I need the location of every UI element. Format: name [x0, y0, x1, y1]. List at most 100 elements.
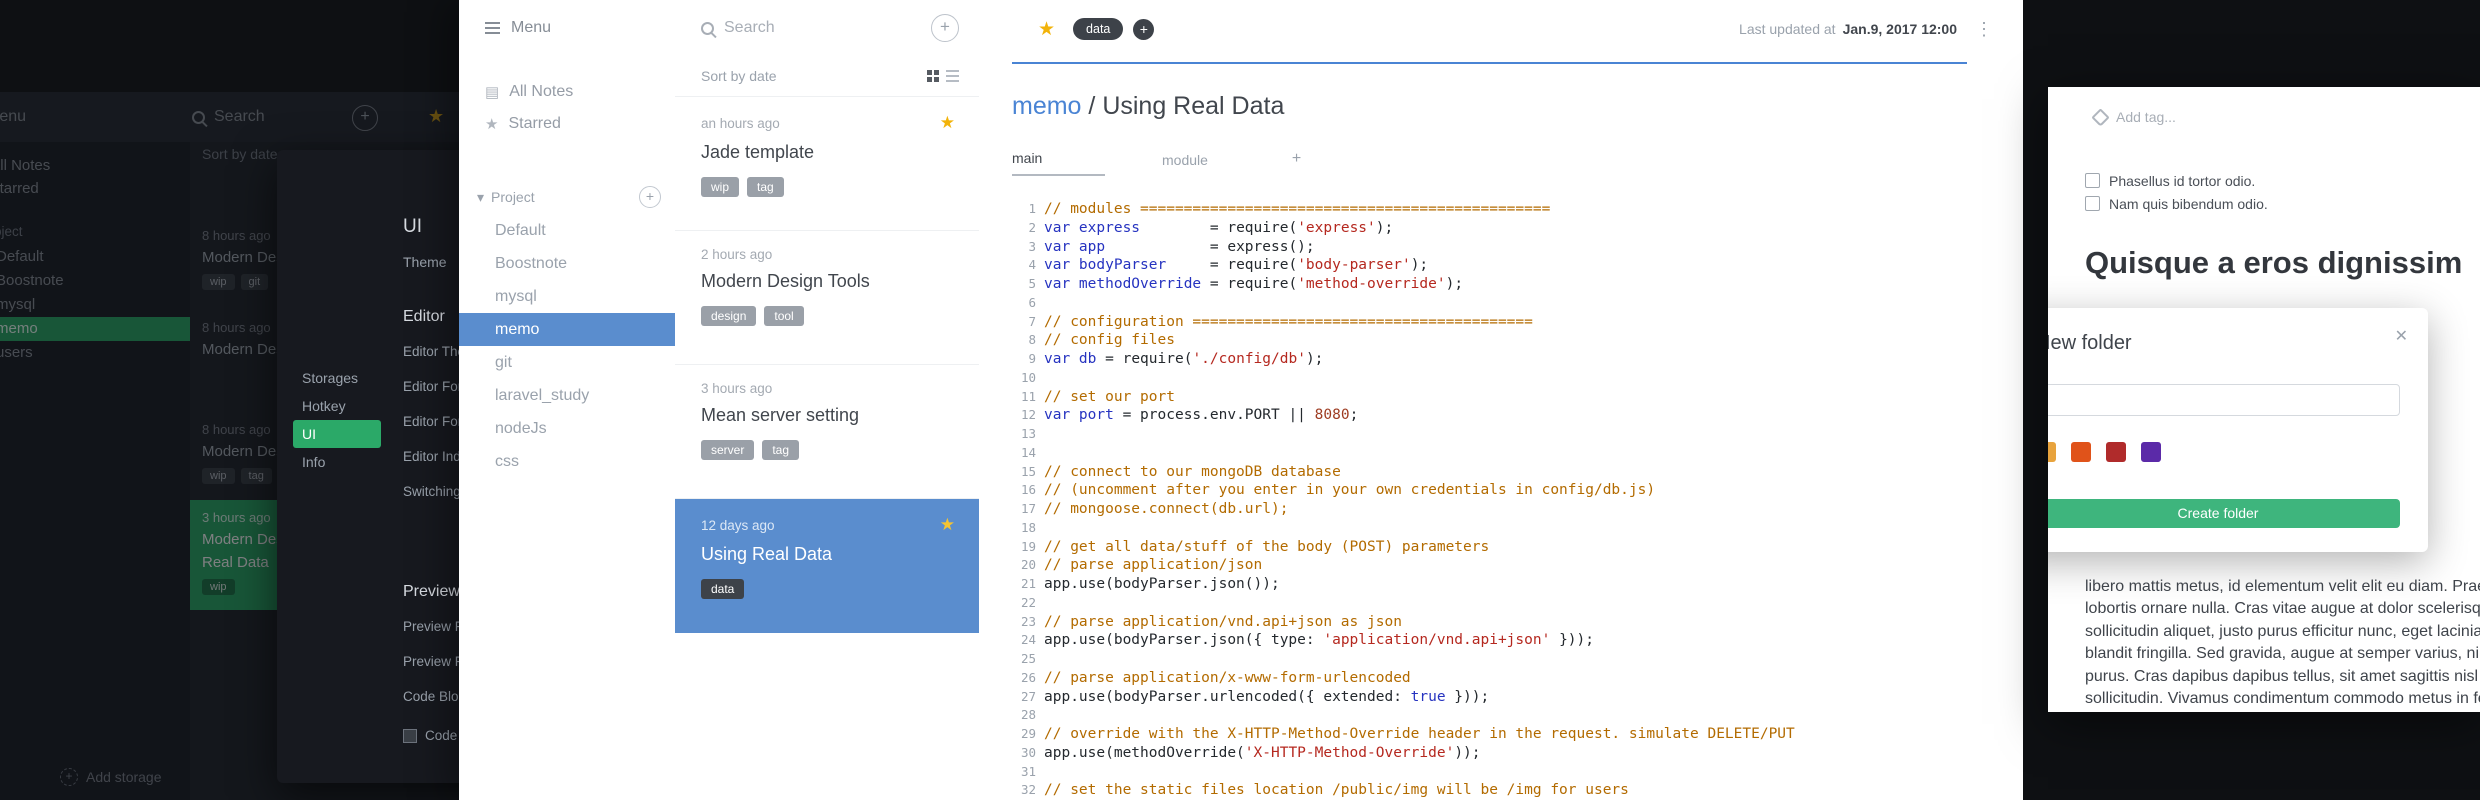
- line-number: 11: [1020, 388, 1036, 404]
- code-line: 21 app.use(bodyParser.json());: [1012, 575, 2013, 594]
- note-list-item[interactable]: 12 days ago ★ Using Real Data data: [675, 499, 979, 633]
- paragraph-line: lobortis ornare nulla. Cras vitae augue …: [2085, 600, 2480, 618]
- color-swatch[interactable]: [2141, 442, 2161, 462]
- code-editor[interactable]: 1 // modules ============================…: [1012, 200, 2013, 800]
- note-title-text[interactable]: Using Real Data: [1102, 92, 1284, 120]
- sidebar-folder-item[interactable]: laravel_study: [459, 379, 675, 412]
- note-folder[interactable]: memo: [1012, 92, 1081, 120]
- code-text: // set the static files location /public…: [1044, 782, 1629, 799]
- sidebar-folder-item[interactable]: Default: [459, 214, 675, 247]
- paragraph-line: blandit fringilla. Sed gravida, augue at…: [2085, 645, 2480, 663]
- code-text: app.use(bodyParser.json());: [1044, 576, 1280, 592]
- code-text: app.use(methodOverride('X-HTTP-Method-Ov…: [1044, 744, 1481, 761]
- sidebar-folder-item[interactable]: Boostnote: [459, 247, 675, 280]
- todo-label: Phasellus id tortor odio.: [2109, 172, 2256, 189]
- code-text: // connect to our mongoDB database: [1044, 463, 1341, 480]
- sidebar-folder-item[interactable]: memo: [459, 313, 675, 346]
- new-folder-modal: New folder ✕ Create folder: [2048, 308, 2428, 552]
- code-line: 7 // configuration ======================…: [1012, 313, 2013, 332]
- code-line: 13: [1012, 425, 2013, 444]
- line-number: 3: [1028, 238, 1036, 254]
- project-header[interactable]: ▾ Project +: [477, 186, 661, 208]
- note-title: Using Real Data: [701, 544, 833, 564]
- line-number: 2: [1028, 219, 1036, 235]
- tab-module[interactable]: module: [1162, 152, 1208, 176]
- line-number: 32: [1020, 782, 1036, 798]
- sidebar-folder-item[interactable]: git: [459, 346, 675, 379]
- add-folder-button[interactable]: +: [639, 186, 661, 208]
- line-number: 31: [1020, 763, 1036, 779]
- tag-badge: server: [701, 440, 755, 460]
- notes-icon: ▤: [485, 84, 500, 101]
- code-line: 18: [1012, 519, 2013, 538]
- sort-row: Sort by date: [675, 56, 979, 97]
- code-line: 9 var db = require('./config/db');: [1012, 350, 2013, 369]
- color-swatch[interactable]: [2071, 442, 2091, 462]
- tag-badge[interactable]: data: [1073, 18, 1124, 40]
- note-list-item[interactable]: 3 hours ago Mean server setting server tag: [675, 365, 979, 499]
- todo-item[interactable]: Nam quis bibendum odio.: [2085, 192, 2268, 215]
- code-line: 27 app.use(bodyParser.urlencoded({ extend…: [1012, 688, 2013, 707]
- code-text: // modules =============================…: [1044, 201, 1551, 217]
- sidebar-folder-item[interactable]: css: [459, 445, 675, 478]
- close-icon[interactable]: ✕: [2395, 326, 2408, 346]
- list-view-icon[interactable]: [946, 70, 959, 72]
- code-line: 15 // connect to our mongoDB database: [1012, 463, 2013, 482]
- create-folder-button[interactable]: Create folder: [2048, 499, 2400, 528]
- menu-button[interactable]: Menu: [485, 18, 675, 38]
- editor-topbar: ★ data + Last updated at Jan.9, 2017 12:…: [1012, 14, 1993, 44]
- line-number: 18: [1020, 519, 1036, 535]
- line-number: 4: [1028, 257, 1036, 273]
- boostnote-light-window: Add tag... Phasellus id tortor odio. Nam …: [2048, 87, 2480, 712]
- sidebar-folder-item[interactable]: nodeJs: [459, 412, 675, 445]
- note-list-item[interactable]: 2 hours ago Modern Design Tools design tool: [675, 231, 979, 365]
- code-text: // config files: [1044, 332, 1175, 349]
- tag-badge: tool: [764, 306, 804, 326]
- code-line: 6: [1012, 294, 2013, 313]
- todo-label: Nam quis bibendum odio.: [2109, 195, 2268, 212]
- checkbox-icon[interactable]: [2085, 173, 2100, 188]
- color-swatch[interactable]: [2048, 442, 2056, 462]
- add-tag-input[interactable]: Add tag...: [2091, 107, 2176, 127]
- search-input[interactable]: Search: [724, 19, 775, 37]
- code-line: 17 // mongoose.connect(db.url);: [1012, 500, 2013, 519]
- code-line: 20 // parse application/json: [1012, 556, 2013, 575]
- note-date: 3 hours ago: [701, 381, 773, 396]
- todo-item[interactable]: Phasellus id tortor odio.: [2085, 169, 2268, 192]
- code-line: 16 // (uncomment after you enter in your …: [1012, 481, 2013, 500]
- code-line: 30 app.use(methodOverride('X-HTTP-Method-…: [1012, 744, 2013, 763]
- add-tag-button[interactable]: +: [1133, 18, 1155, 40]
- line-number: 25: [1020, 651, 1036, 666]
- line-number: 12: [1020, 407, 1036, 423]
- kebab-menu-icon[interactable]: ⋮: [1975, 19, 1993, 40]
- folder-name-input[interactable]: [2048, 384, 2400, 416]
- color-swatches: [2048, 442, 2400, 462]
- sidebar-item-starred[interactable]: ★ Starred: [485, 108, 675, 140]
- code-line: 10: [1012, 369, 2013, 388]
- code-line: 19 // get all data/stuff of the body (POS…: [1012, 538, 2013, 557]
- sort-label[interactable]: Sort by date: [701, 68, 777, 84]
- sidebar-folder-item[interactable]: mysql: [459, 280, 675, 313]
- sidebar-item-all-notes[interactable]: ▤ All Notes: [485, 76, 675, 108]
- line-number: 30: [1020, 744, 1036, 760]
- checkbox-icon[interactable]: [2085, 196, 2100, 211]
- note-list-item[interactable]: an hours ago ★ Jade template wip tag: [675, 97, 979, 231]
- add-tab-button[interactable]: +: [1292, 150, 1301, 176]
- preferences-nav-ui[interactable]: UI: [293, 420, 381, 448]
- checkbox-icon[interactable]: [403, 728, 417, 743]
- tab-main[interactable]: main: [1012, 150, 1105, 176]
- code-line: 4 var bodyParser = require('body-parser')…: [1012, 256, 2013, 275]
- new-note-button[interactable]: +: [931, 14, 959, 42]
- line-number: 23: [1020, 613, 1036, 629]
- code-text: // parse application/x-www-form-urlencod…: [1044, 669, 1411, 686]
- editor-panel: ★ data + Last updated at Jan.9, 2017 12:…: [979, 0, 2023, 800]
- search-icon: [701, 21, 714, 35]
- code-line: 25: [1012, 650, 2013, 669]
- color-swatch[interactable]: [2106, 442, 2126, 462]
- todo-list: Phasellus id tortor odio. Nam quis bibend…: [2085, 169, 2268, 215]
- grid-view-icon[interactable]: [927, 69, 932, 75]
- preferences-nav-hotkey[interactable]: Hotkey: [293, 392, 381, 420]
- star-icon[interactable]: ★: [1038, 18, 1055, 41]
- preferences-nav-info[interactable]: Info: [293, 448, 381, 476]
- preferences-nav-storages[interactable]: Storages: [293, 364, 381, 392]
